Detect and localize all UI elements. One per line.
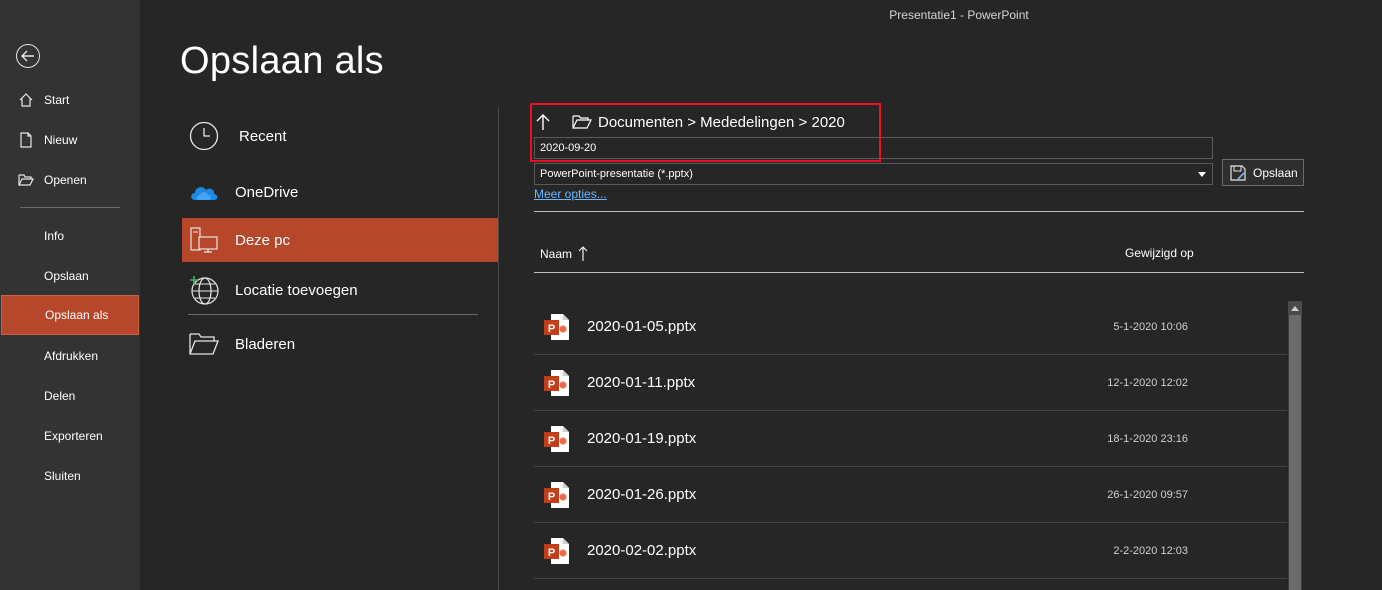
- nav-item-delen[interactable]: Delen: [0, 376, 140, 416]
- nav-divider: [20, 207, 120, 208]
- nav-item-nieuw[interactable]: Nieuw: [0, 120, 140, 160]
- scrollbar-thumb[interactable]: [1289, 315, 1301, 590]
- nav-label: Delen: [44, 389, 76, 403]
- nav-label: Afdrukken: [44, 349, 99, 363]
- powerpoint-file-icon: P: [543, 536, 571, 566]
- highlight-annotation: [530, 103, 881, 162]
- home-icon: [18, 92, 34, 108]
- powerpoint-file-icon: P: [543, 424, 571, 454]
- nav-label: Sluiten: [44, 469, 81, 483]
- chevron-down-icon: [1198, 172, 1206, 177]
- onedrive-cloud-icon: [188, 176, 220, 208]
- column-header-name[interactable]: Naam: [540, 246, 588, 262]
- nav-item-opslaan[interactable]: Opslaan: [0, 256, 140, 296]
- file-modified: 18-1-2020 23:16: [1107, 433, 1188, 445]
- scroll-up-button[interactable]: [1288, 301, 1302, 315]
- file-name: 2020-01-05.pptx: [587, 318, 697, 335]
- file-modified: 2-2-2020 12:03: [1113, 545, 1188, 557]
- file-row[interactable]: P 2020-01-05.pptx 5-1-2020 10:06: [534, 299, 1287, 355]
- file-row[interactable]: P 2020-01-11.pptx 12-1-2020 12:02: [534, 355, 1287, 411]
- sort-ascending-icon: [578, 246, 588, 262]
- location-label: Deze pc: [235, 231, 291, 249]
- nav-item-sluiten[interactable]: Sluiten: [0, 456, 140, 496]
- nav-label: Exporteren: [44, 429, 103, 443]
- filetype-select[interactable]: PowerPoint-presentatie (*.pptx): [534, 163, 1213, 185]
- location-label: Bladeren: [235, 335, 296, 353]
- svg-text:P: P: [548, 547, 555, 559]
- save-button-label: Opslaan: [1253, 165, 1298, 180]
- save-disk-icon: [1229, 164, 1247, 182]
- column-header-modified[interactable]: Gewijzigd op: [1125, 246, 1194, 260]
- location-label: Locatie toevoegen: [235, 281, 358, 299]
- filetype-value: PowerPoint-presentatie (*.pptx): [540, 168, 693, 180]
- location-recent[interactable]: Recent: [182, 114, 498, 158]
- add-location-globe-icon: [188, 274, 220, 306]
- nav-label: Opslaan: [44, 269, 89, 283]
- panel-divider: [534, 211, 1304, 212]
- file-name: 2020-01-26.pptx: [587, 486, 697, 503]
- nav-item-info[interactable]: Info: [0, 216, 140, 256]
- nav-item-openen[interactable]: Openen: [0, 160, 140, 200]
- header-divider: [534, 272, 1304, 273]
- save-button[interactable]: Opslaan: [1222, 159, 1304, 186]
- chevron-up-icon: [1291, 306, 1299, 311]
- location-add[interactable]: Locatie toevoegen: [182, 268, 498, 312]
- location-onedrive[interactable]: OneDrive: [182, 170, 498, 214]
- svg-text:P: P: [548, 379, 555, 391]
- file-modified: 5-1-2020 10:06: [1113, 321, 1188, 333]
- page-title: Opslaan als: [180, 40, 384, 82]
- nav-label: Info: [44, 229, 65, 243]
- svg-text:P: P: [548, 435, 555, 447]
- back-arrow-icon: [21, 50, 34, 62]
- open-folder-icon: [18, 172, 34, 188]
- column-divider: [498, 107, 499, 590]
- powerpoint-file-icon: P: [543, 480, 571, 510]
- clock-icon: [188, 120, 220, 152]
- file-name: 2020-01-19.pptx: [587, 430, 697, 447]
- browse-folder-icon: [188, 328, 220, 360]
- nav-label: Nieuw: [44, 133, 78, 147]
- location-browse[interactable]: Bladeren: [182, 322, 498, 366]
- file-row[interactable]: P 2020-01-26.pptx 26-1-2020 09:57: [534, 467, 1287, 523]
- back-button[interactable]: [16, 44, 40, 68]
- nav-item-exporteren[interactable]: Exporteren: [0, 416, 140, 456]
- window-title: Presentatie1 - PowerPoint: [889, 8, 1029, 22]
- nav-label: Opslaan als: [45, 308, 109, 322]
- svg-text:P: P: [548, 323, 555, 335]
- file-name: 2020-02-02.pptx: [587, 542, 697, 559]
- nav-item-start[interactable]: Start: [0, 80, 140, 120]
- more-options-link[interactable]: Meer opties...: [534, 187, 607, 201]
- file-modified: 26-1-2020 09:57: [1107, 489, 1188, 501]
- this-pc-icon: [188, 224, 220, 256]
- file-modified: 12-1-2020 12:02: [1107, 377, 1188, 389]
- new-document-icon: [18, 132, 34, 148]
- location-this-pc[interactable]: Deze pc: [182, 218, 498, 262]
- locations-divider: [188, 314, 478, 315]
- location-label: OneDrive: [235, 183, 299, 201]
- nav-label: Start: [44, 93, 70, 107]
- backstage-nav: Start Nieuw Openen Info Opslaan Opslaan …: [0, 0, 140, 590]
- file-row[interactable]: P 2020-02-02.pptx 2-2-2020 12:03: [534, 523, 1287, 579]
- file-row[interactable]: P 2020-01-19.pptx 18-1-2020 23:16: [534, 411, 1287, 467]
- column-header-label: Naam: [540, 247, 573, 261]
- file-name: 2020-01-11.pptx: [587, 374, 696, 391]
- file-list-scrollbar[interactable]: [1288, 301, 1302, 590]
- nav-label: Openen: [44, 173, 87, 187]
- powerpoint-file-icon: P: [543, 312, 571, 342]
- powerpoint-file-icon: P: [543, 368, 571, 398]
- nav-item-opslaan-als[interactable]: Opslaan als: [1, 295, 139, 335]
- location-label: Recent: [239, 127, 287, 145]
- svg-text:P: P: [548, 491, 555, 503]
- nav-item-afdrukken[interactable]: Afdrukken: [0, 336, 140, 376]
